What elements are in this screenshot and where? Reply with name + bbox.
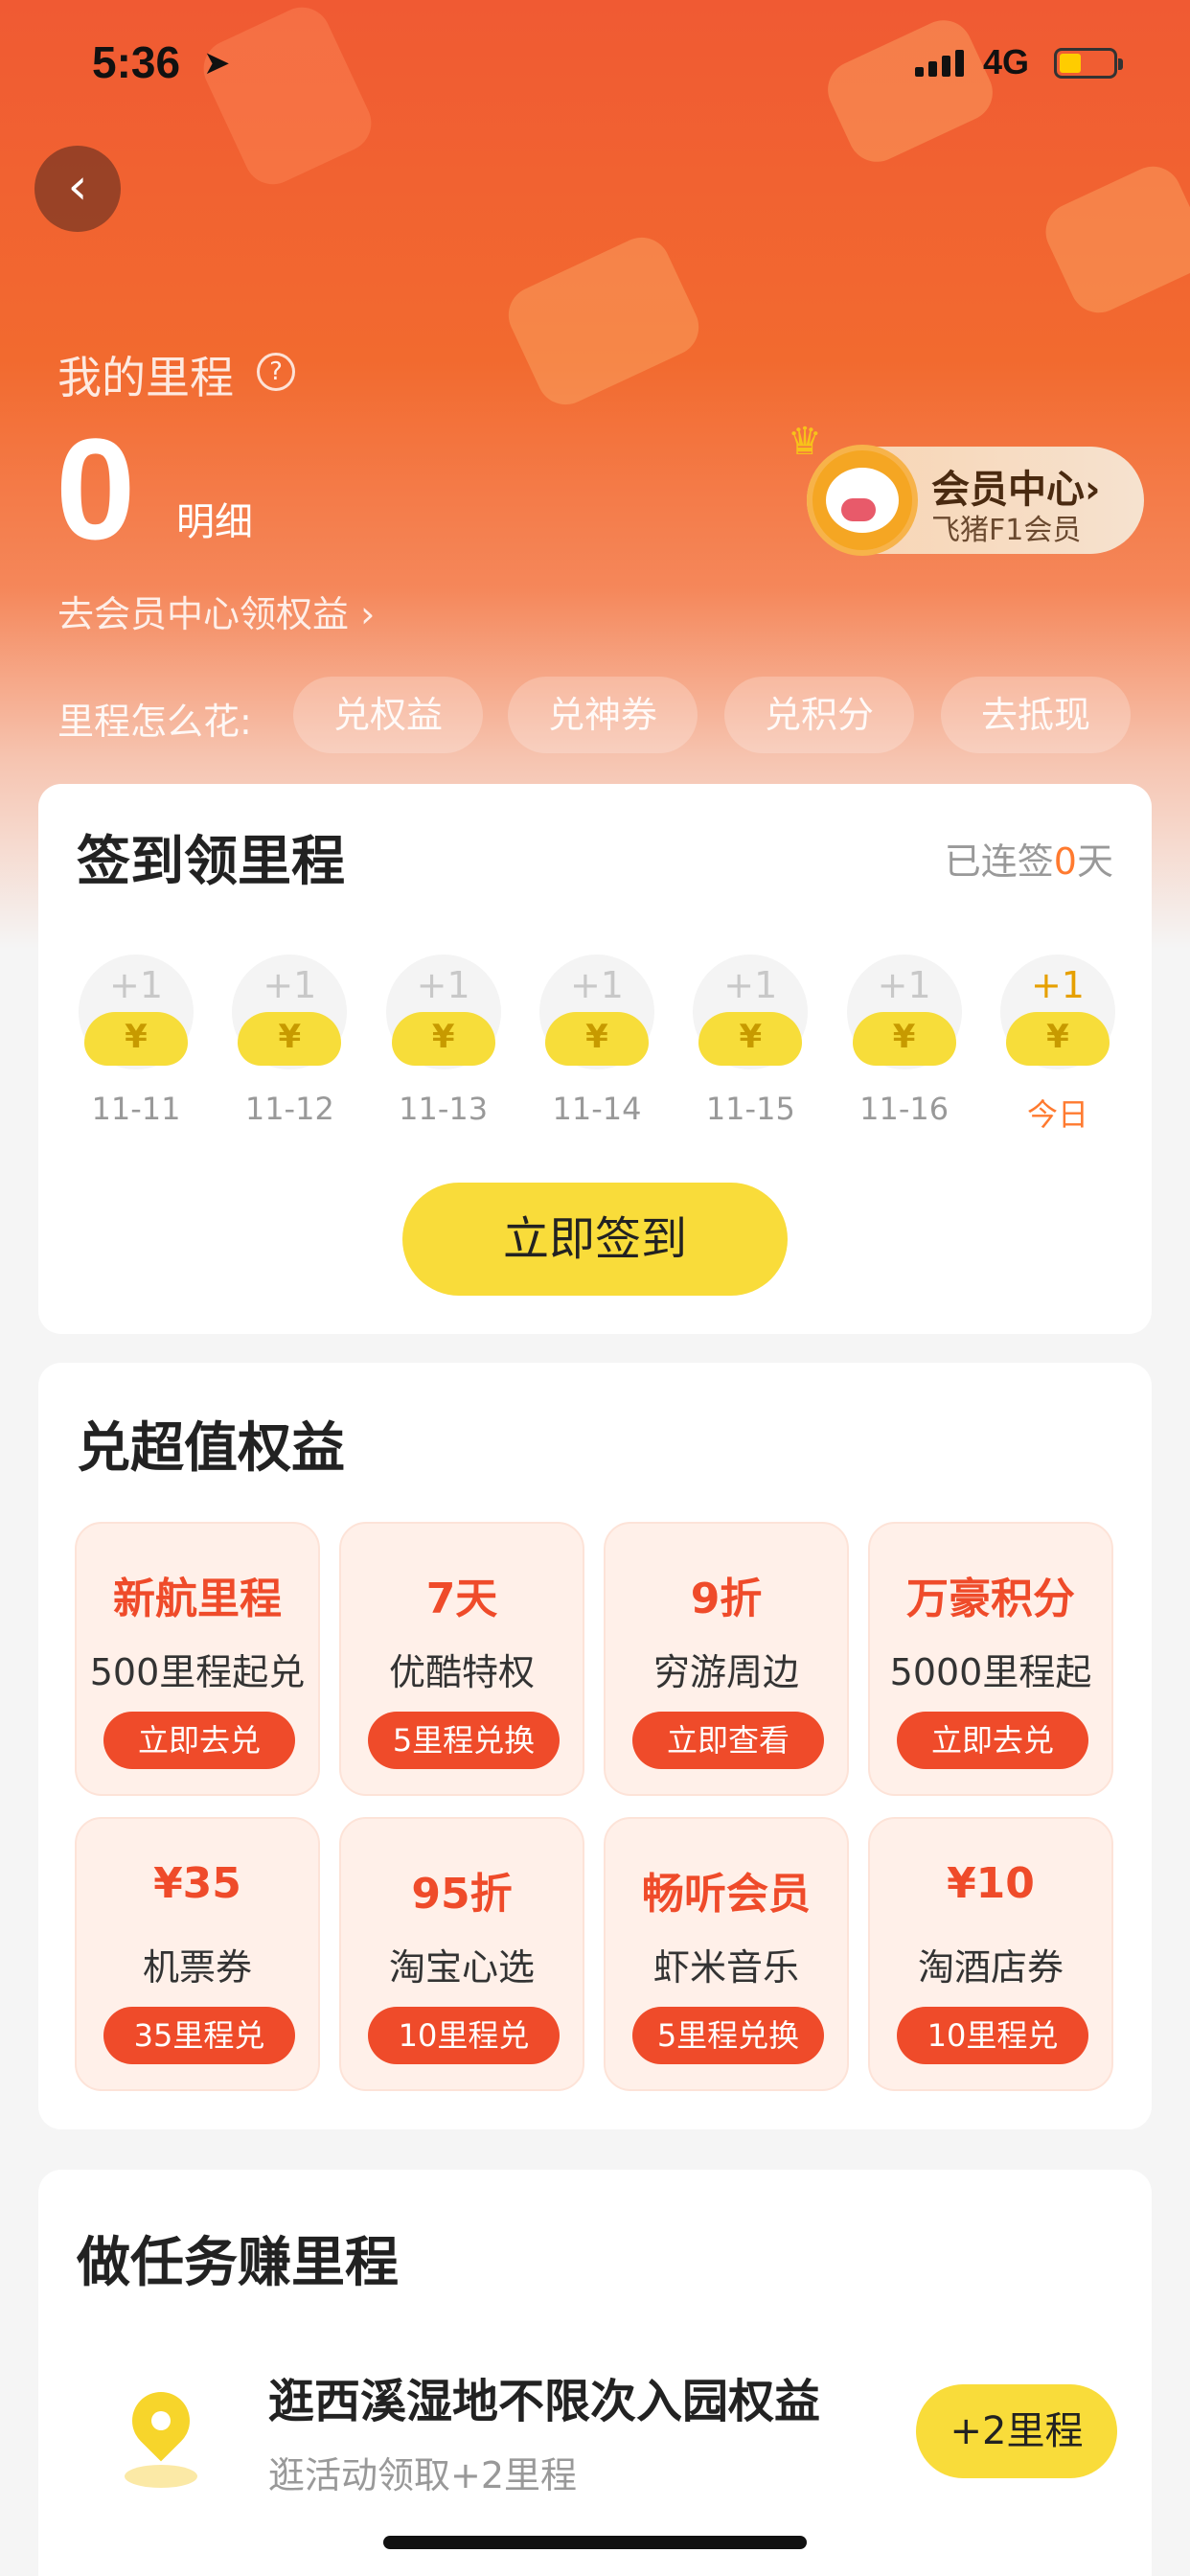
task-reward-button[interactable]: +2里程 (916, 2384, 1117, 2478)
back-button[interactable]: ‹ (34, 146, 121, 232)
pig-avatar-icon (807, 445, 918, 556)
status-bar: 5:36 ➤ 4G (0, 0, 1190, 125)
rights-tile[interactable]: 9折穷游周边立即查看 (604, 1522, 849, 1796)
tile-headline: 95折 (411, 1870, 513, 1919)
coin-pile-icon: +1 ¥ (999, 954, 1115, 1070)
tile-button[interactable]: 10里程兑 (897, 2007, 1088, 2064)
tile-button[interactable]: 立即查看 (632, 1712, 824, 1769)
rights-tile[interactable]: ¥10 淘酒店券 10里程兑 (868, 1817, 1113, 2091)
spend-option-points[interactable]: 兑积分 (724, 677, 914, 753)
location-pin-icon (120, 2380, 202, 2488)
spend-option-cash[interactable]: 去抵现 (941, 677, 1131, 753)
tasks-card: 做任务赚里程 逛西溪湿地不限次入园权益 逛活动领取+2里程 +2里程 (38, 2170, 1152, 2576)
tile-button[interactable]: 5里程兑换 (632, 2007, 824, 2064)
tasks-title: 做任务赚里程 (77, 2232, 399, 2294)
spend-option-rights[interactable]: 兑权益 (293, 677, 483, 753)
checkin-day: +1 ¥ 11-12 (228, 954, 351, 1135)
miles-value: 0 (56, 408, 136, 569)
checkin-title: 签到领里程 (77, 831, 345, 893)
spend-option-coupons[interactable]: 兑神券 (508, 677, 698, 753)
detail-link[interactable]: 明细 (176, 491, 253, 546)
checkin-date: 11-12 (244, 1091, 334, 1127)
tile-headline: 畅听会员 (642, 1870, 811, 1919)
network-type: 4G (983, 42, 1030, 81)
tile-desc: 虾米音乐 (652, 1946, 799, 1989)
tile-desc: 穷游周边 (652, 1651, 799, 1693)
signin-button[interactable]: 立即签到 (402, 1183, 788, 1296)
my-miles-label: 我的里程 (57, 352, 234, 403)
checkin-day: +1 ¥ 11-16 (843, 954, 966, 1135)
checkin-date: 11-11 (91, 1091, 181, 1127)
checkin-day: +1 ¥ 11-13 (382, 954, 505, 1135)
tile-desc: 500里程起兑 (89, 1651, 306, 1693)
spend-label: 里程怎么花: (57, 701, 252, 743)
streak-days: 0 (1053, 840, 1077, 883)
rights-tile[interactable]: 7天优酷特权 5里程兑换 (339, 1522, 584, 1796)
location-arrow-icon: ➤ (203, 44, 231, 82)
decor-shape (1036, 156, 1190, 323)
member-center-button[interactable]: ♛ 会员中心› 飞猪F1会员 (788, 420, 1144, 556)
checkin-day: +1 ¥ 11-15 (689, 954, 812, 1135)
home-indicator (383, 2536, 807, 2549)
coin-pile-icon: +1 ¥ (232, 954, 348, 1070)
tile-headline: ¥10 (947, 1859, 1035, 1908)
go-member-link[interactable]: 去会员中心领权益 › (57, 585, 375, 637)
checkin-date: 11-15 (705, 1091, 795, 1127)
rights-tile[interactable]: 万豪积分 5000里程起立即去兑 (868, 1522, 1113, 1796)
rights-tile[interactable]: 95折淘宝心选 10里程兑 (339, 1817, 584, 2091)
coin-pile-icon: +1 ¥ (693, 954, 809, 1070)
coin-pile-icon: +1 ¥ (385, 954, 501, 1070)
rights-grid: 新航里程 500里程起兑立即去兑 7天优酷特权 5里程兑换 9折穷游周边立即查看 万… (75, 1522, 1117, 2091)
crown-icon: ♛ (788, 420, 822, 464)
task-title: 逛西溪湿地不限次入园权益 (268, 2375, 821, 2428)
tile-button[interactable]: 35里程兑 (103, 2007, 295, 2064)
coin-pile-icon: +1 ¥ (79, 954, 194, 1070)
tile-desc: 优酷特权 (388, 1651, 535, 1693)
help-icon[interactable]: ? (257, 353, 295, 391)
tile-button[interactable]: 立即去兑 (103, 1712, 295, 1769)
tile-headline: 7天 (425, 1575, 498, 1623)
coin-pile-icon: +1 ¥ (846, 954, 962, 1070)
rights-tile[interactable]: ¥35 机票券 35里程兑 (75, 1817, 320, 2091)
signal-icon (915, 50, 964, 77)
coin-pile-icon: +1 ¥ (538, 954, 654, 1070)
checkin-date: 11-14 (552, 1091, 642, 1127)
tile-desc: 淘宝心选 (388, 1946, 535, 1989)
checkin-day-today: +1 ¥ 今日 (996, 954, 1119, 1135)
checkin-date: 11-13 (399, 1091, 489, 1127)
tile-headline: 9折 (690, 1575, 763, 1623)
checkin-day: +1 ¥ 11-14 (536, 954, 658, 1135)
tile-desc: 5000里程起 (889, 1651, 1092, 1693)
battery-icon (1054, 48, 1123, 79)
streak-text: 已连签0天 (944, 840, 1113, 883)
checkin-days: +1 ¥ 11-11 +1 ¥ 11-12 +1 ¥ 11-13 +1 ¥ 11-14 +1 ¥ 1… (75, 954, 1119, 1135)
status-time: 5:36 (92, 37, 181, 87)
rights-card: 兑超值权益 新航里程 500里程起兑立即去兑 7天优酷特权 5里程兑换 9折穷游周边… (38, 1363, 1152, 2129)
tile-button[interactable]: 5里程兑换 (368, 1712, 560, 1769)
tile-button[interactable]: 10里程兑 (368, 2007, 560, 2064)
checkin-date: 今日 (1026, 1096, 1088, 1133)
checkin-day: +1 ¥ 11-11 (75, 954, 197, 1135)
rights-title: 兑超值权益 (77, 1417, 345, 1480)
task-subtitle: 逛活动领取+2里程 (268, 2454, 578, 2496)
tile-button[interactable]: 立即去兑 (897, 1712, 1088, 1769)
member-level: 飞猪F1会员 (931, 514, 1082, 547)
tile-headline: ¥35 (153, 1859, 241, 1908)
tile-headline: 新航里程 (113, 1575, 282, 1623)
decor-shape (498, 228, 709, 414)
tile-desc: 淘酒店券 (917, 1946, 1064, 1989)
rights-tile[interactable]: 畅听会员虾米音乐 5里程兑换 (604, 1817, 849, 2091)
tile-desc: 机票券 (142, 1946, 252, 1989)
rights-tile[interactable]: 新航里程 500里程起兑立即去兑 (75, 1522, 320, 1796)
checkin-card: 签到领里程 已连签0天 +1 ¥ 11-11 +1 ¥ 11-12 +1 ¥ 11-13 +… (38, 784, 1152, 1334)
checkin-date: 11-16 (859, 1091, 950, 1127)
tile-headline: 万豪积分 (906, 1575, 1075, 1623)
